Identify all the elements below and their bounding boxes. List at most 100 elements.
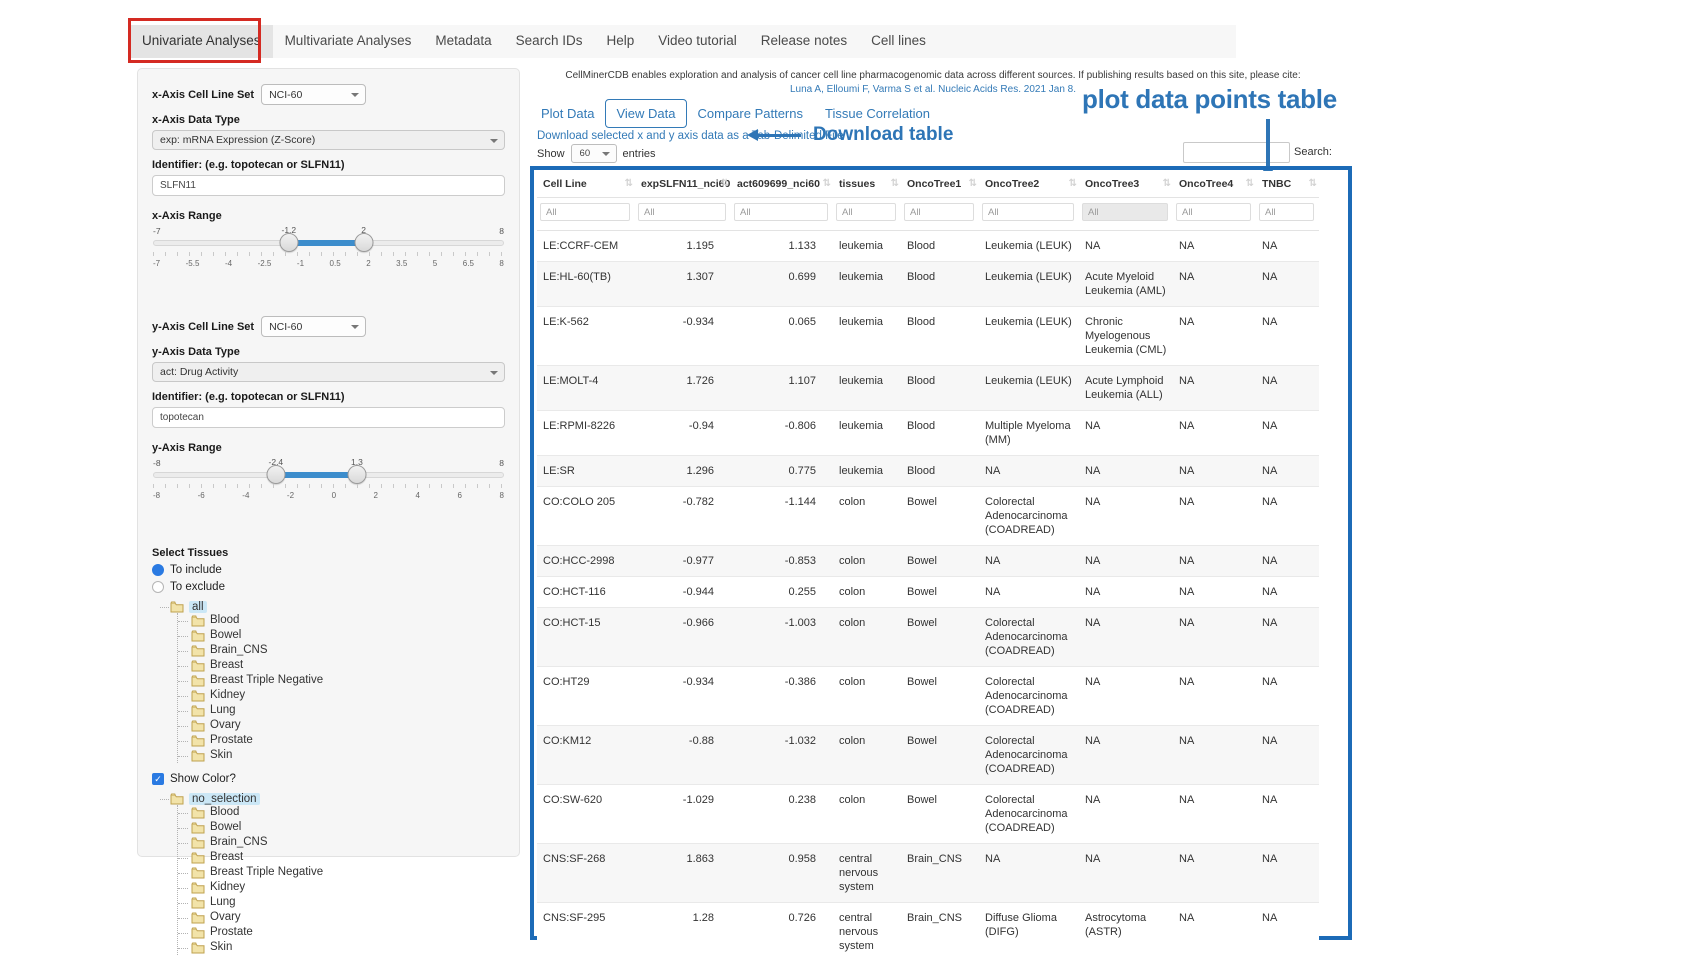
nav-tab-cell-lines[interactable]: Cell lines — [859, 25, 938, 58]
y-cell-line-set-select[interactable]: NCI-60 — [261, 316, 366, 337]
table-row[interactable]: CO:HT29 -0.934 -0.386 colon Bowel Colore… — [537, 667, 1319, 726]
table-row[interactable]: LE:MOLT-4 1.726 1.107 leukemia Blood Leu… — [537, 366, 1319, 411]
tree-node-tissue[interactable]: Kidney — [178, 880, 505, 895]
sort-icon[interactable]: ⇅ — [721, 178, 729, 189]
tree-node-tissue[interactable]: Skin — [178, 940, 505, 955]
tree-node-tissue[interactable]: Breast Triple Negative — [178, 673, 505, 688]
table-row[interactable]: CNS:SF-268 1.863 0.958 central nervous s… — [537, 844, 1319, 903]
sort-icon[interactable]: ⇅ — [625, 178, 633, 189]
x-cell-line-set-label: x-Axis Cell Line Set — [152, 89, 254, 101]
slider-handle-low[interactable] — [266, 465, 285, 484]
column-header[interactable]: act609699_nci60⇅ — [731, 171, 833, 198]
tab-view-data[interactable]: View Data — [605, 99, 686, 128]
table-row[interactable]: CO:KM12 -0.88 -1.032 colon Bowel Colorec… — [537, 726, 1319, 785]
table-row[interactable]: CO:HCT-15 -0.966 -1.003 colon Bowel Colo… — [537, 608, 1319, 667]
tree-node-tissue[interactable]: Breast — [178, 850, 505, 865]
tree-node-tissue[interactable]: Brain_CNS — [178, 835, 505, 850]
column-filter-input[interactable] — [982, 203, 1074, 221]
tree-node-tissue[interactable]: Prostate — [178, 733, 505, 748]
slider-handle-low[interactable] — [279, 233, 298, 252]
nav-tab-metadata[interactable]: Metadata — [423, 25, 503, 58]
nav-tab-video-tutorial[interactable]: Video tutorial — [646, 25, 749, 58]
nav-tab-help[interactable]: Help — [594, 25, 646, 58]
column-header[interactable]: OncoTree2⇅ — [979, 171, 1079, 198]
column-filter-input[interactable] — [1259, 203, 1314, 221]
table-row[interactable]: CO:COLO 205 -0.782 -1.144 colon Bowel Co… — [537, 487, 1319, 546]
tree-node-tissue[interactable]: Bowel — [178, 820, 505, 835]
tissues-cell: central nervous system — [833, 903, 901, 961]
table-row[interactable]: LE:K-562 -0.934 0.065 leukemia Blood Leu… — [537, 307, 1319, 366]
column-filter-input[interactable] — [638, 203, 726, 221]
tree-node-tissue[interactable]: Ovary — [178, 718, 505, 733]
nav-tab-univariate-analyses[interactable]: Univariate Analyses — [130, 25, 273, 58]
column-header[interactable]: tissues⇅ — [833, 171, 901, 198]
oncotree3-cell: NA — [1079, 844, 1173, 903]
tree-node-tissue[interactable]: Prostate — [178, 925, 505, 940]
column-filter-input[interactable] — [1176, 203, 1251, 221]
table-row[interactable]: CO:SW-620 -1.029 0.238 colon Bowel Color… — [537, 785, 1319, 844]
oncotree2-cell: Multiple Myeloma (MM) — [979, 411, 1079, 456]
tab-plot-data[interactable]: Plot Data — [530, 100, 605, 127]
x-cell-line-set-select[interactable]: NCI-60 — [261, 84, 366, 105]
column-filter-input[interactable] — [734, 203, 828, 221]
column-header[interactable]: OncoTree3⇅ — [1079, 171, 1173, 198]
tree-node-tissue[interactable]: Ovary — [178, 910, 505, 925]
tree-item-label: Bowel — [210, 821, 241, 834]
sort-icon[interactable]: ⇅ — [1309, 178, 1317, 189]
y-data-type-select[interactable]: act: Drug Activity — [152, 362, 505, 382]
tree-node-tissue[interactable]: Breast Triple Negative — [178, 865, 505, 880]
sort-icon[interactable]: ⇅ — [1163, 178, 1171, 189]
tab-compare-patterns[interactable]: Compare Patterns — [687, 100, 815, 127]
tree-item-label: Ovary — [210, 719, 241, 732]
tissues-include-radio[interactable]: To include — [152, 564, 505, 576]
column-filter-input[interactable] — [904, 203, 974, 221]
table-row[interactable]: LE:HL-60(TB) 1.307 0.699 leukemia Blood … — [537, 262, 1319, 307]
x-identifier-input[interactable] — [152, 175, 505, 196]
show-color-checkbox[interactable]: ✓ Show Color? — [152, 773, 505, 785]
filter-cell — [1079, 198, 1173, 231]
column-header[interactable]: OncoTree1⇅ — [901, 171, 979, 198]
table-row[interactable]: CO:HCT-116 -0.944 0.255 colon Bowel NA N… — [537, 577, 1319, 608]
column-filter-input[interactable] — [540, 203, 630, 221]
tissues-exclude-radio[interactable]: To exclude — [152, 581, 505, 593]
column-filter-input[interactable] — [1082, 203, 1168, 221]
tissues-cell: leukemia — [833, 456, 901, 487]
tree-node-tissue[interactable]: Lung — [178, 895, 505, 910]
tree-node-tissue[interactable]: Skin — [178, 748, 505, 763]
sort-icon[interactable]: ⇅ — [891, 178, 899, 189]
slider-handle-high[interactable] — [347, 465, 366, 484]
nav-tab-multivariate-analyses[interactable]: Multivariate Analyses — [273, 25, 424, 58]
sort-icon[interactable]: ⇅ — [1069, 178, 1077, 189]
tree-node-tissue[interactable]: Brain_CNS — [178, 643, 505, 658]
nav-tab-release-notes[interactable]: Release notes — [749, 25, 859, 58]
tree-node-tissue[interactable]: Lung — [178, 703, 505, 718]
column-header[interactable]: expSLFN11_nci60⇅ — [635, 171, 731, 198]
column-header[interactable]: OncoTree4⇅ — [1173, 171, 1256, 198]
tree-node-no-selection[interactable]: no_selection — [158, 793, 505, 805]
slider-handle-high[interactable] — [354, 233, 373, 252]
table-row[interactable]: LE:CCRF-CEM 1.195 1.133 leukemia Blood L… — [537, 231, 1319, 262]
nav-tab-search-ids[interactable]: Search IDs — [504, 25, 595, 58]
tree-node-tissue[interactable]: Blood — [178, 613, 505, 628]
table-row[interactable]: LE:RPMI-8226 -0.94 -0.806 leukemia Blood… — [537, 411, 1319, 456]
sort-icon[interactable]: ⇅ — [1246, 178, 1254, 189]
tick-label: 3.5 — [396, 259, 407, 268]
tree-node-all[interactable]: all — [158, 601, 505, 613]
tree-node-tissue[interactable]: Blood — [178, 805, 505, 820]
table-row[interactable]: CNS:SF-295 1.28 0.726 central nervous sy… — [537, 903, 1319, 961]
search-input[interactable] — [1183, 142, 1290, 163]
table-row[interactable]: CO:HCC-2998 -0.977 -0.853 colon Bowel NA… — [537, 546, 1319, 577]
table-row[interactable]: LE:SR 1.296 0.775 leukemia Blood NA NA N… — [537, 456, 1319, 487]
x-data-type-select[interactable]: exp: mRNA Expression (Z-Score) — [152, 130, 505, 150]
sort-icon[interactable]: ⇅ — [823, 178, 831, 189]
column-filter-input[interactable] — [836, 203, 896, 221]
sort-icon[interactable]: ⇅ — [969, 178, 977, 189]
tree-node-tissue[interactable]: Bowel — [178, 628, 505, 643]
tab-tissue-correlation[interactable]: Tissue Correlation — [814, 100, 941, 127]
y-identifier-input[interactable] — [152, 407, 505, 428]
entries-select[interactable]: 60 — [571, 144, 617, 163]
column-header[interactable]: Cell Line⇅ — [537, 171, 635, 198]
tree-node-tissue[interactable]: Kidney — [178, 688, 505, 703]
tree-node-tissue[interactable]: Breast — [178, 658, 505, 673]
column-header[interactable]: TNBC⇅ — [1256, 171, 1319, 198]
